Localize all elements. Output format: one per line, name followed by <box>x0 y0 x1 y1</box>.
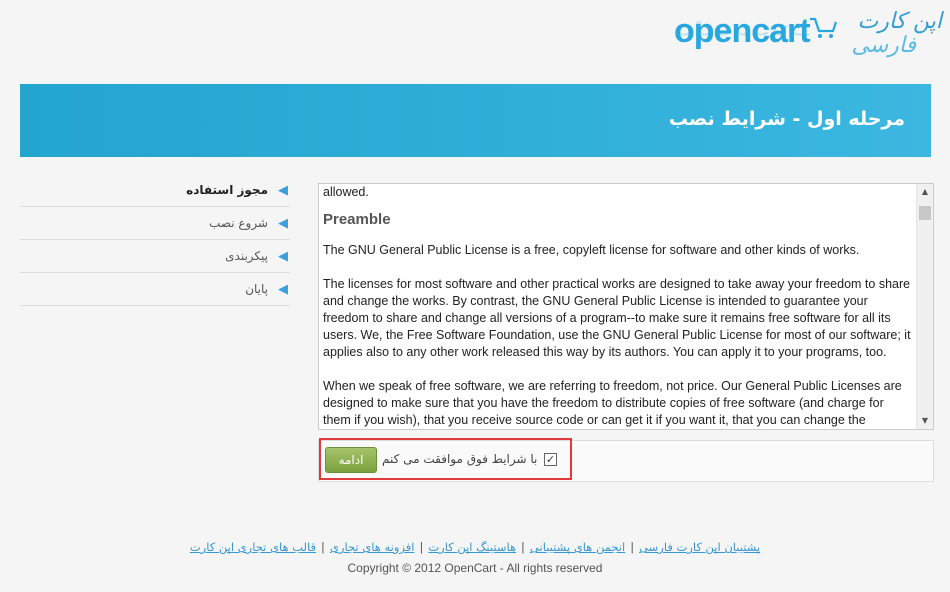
license-text-box[interactable]: allowed. Preamble The GNU General Public… <box>318 183 934 430</box>
logo-brand-reflection: opencart <box>674 21 810 42</box>
footer-link-themes[interactable]: قالب های تجاری اپن کارت <box>190 540 316 554</box>
sidebar-item-label: شروع نصب <box>209 216 268 230</box>
footer-separator: | <box>419 540 424 554</box>
sidebar-item-configuration[interactable]: ◀ پیکربندی <box>20 240 290 273</box>
arrow-left-icon: ◀ <box>278 248 288 264</box>
license-intro-tail: allowed. <box>323 185 369 199</box>
footer-separator: | <box>321 540 325 554</box>
logo-persian-line1: اپن کارت <box>857 9 943 34</box>
footer-link-extensions[interactable]: افزونه های تجاری <box>330 540 415 554</box>
sidebar-item-label: پایان <box>245 282 268 296</box>
footer-link-hosting[interactable]: هاستینگ اپن کارت <box>428 540 516 554</box>
arrow-left-icon: ◀ <box>278 281 288 297</box>
sidebar-item-finish[interactable]: ◀ پایان <box>20 273 290 306</box>
logo: opencart opencart اپن کارت فارسی <box>674 8 942 76</box>
footer-link-support[interactable]: پشتیبان اپن کارت فارسی <box>639 540 760 554</box>
license-scrollbar[interactable]: ▲ ▼ <box>916 184 933 429</box>
footer-separator: | <box>630 540 635 554</box>
arrow-left-icon: ◀ <box>278 215 288 231</box>
install-steps-sidebar: ◀ مجوز استفاده ◀ شروع نصب ◀ پیکربندی ◀ پ… <box>20 174 290 306</box>
scroll-down-arrow-icon[interactable]: ▼ <box>917 413 933 429</box>
page-title: مرحله اول - شرایط نصب <box>668 108 905 130</box>
footer-link-forums[interactable]: انجمن های پشتیبانی <box>530 540 625 554</box>
header-banner: مرحله اول - شرایط نصب <box>20 84 931 157</box>
arrow-left-icon: ◀ <box>278 182 288 198</box>
license-paragraph: When we speak of free software, we are r… <box>323 379 902 427</box>
scroll-thumb[interactable] <box>919 206 931 220</box>
license-paragraph: The licenses for most software and other… <box>323 277 911 359</box>
highlight-box <box>319 438 572 480</box>
copyright: Copyright © 2012 OpenCart - All rights r… <box>347 561 603 575</box>
license-paragraph: The GNU General Public License is a free… <box>323 243 860 257</box>
logo-persian-line2: فارسی <box>851 33 916 58</box>
license-content: allowed. Preamble The GNU General Public… <box>323 184 913 429</box>
sidebar-item-label: پیکربندی <box>225 249 268 263</box>
footer-links: پشتیبان اپن کارت فارسی | انجمن های پشتیبان… <box>0 540 950 554</box>
sidebar-item-label: مجوز استفاده <box>186 183 268 197</box>
cart-icon <box>810 17 838 38</box>
logo-persian: اپن کارت فارسی <box>851 10 942 58</box>
sidebar-item-start-install[interactable]: ◀ شروع نصب <box>20 207 290 240</box>
scroll-up-arrow-icon[interactable]: ▲ <box>917 184 933 200</box>
footer-separator: | <box>521 540 525 554</box>
sidebar-item-license[interactable]: ◀ مجوز استفاده <box>20 174 290 207</box>
license-heading: Preamble <box>323 211 391 228</box>
